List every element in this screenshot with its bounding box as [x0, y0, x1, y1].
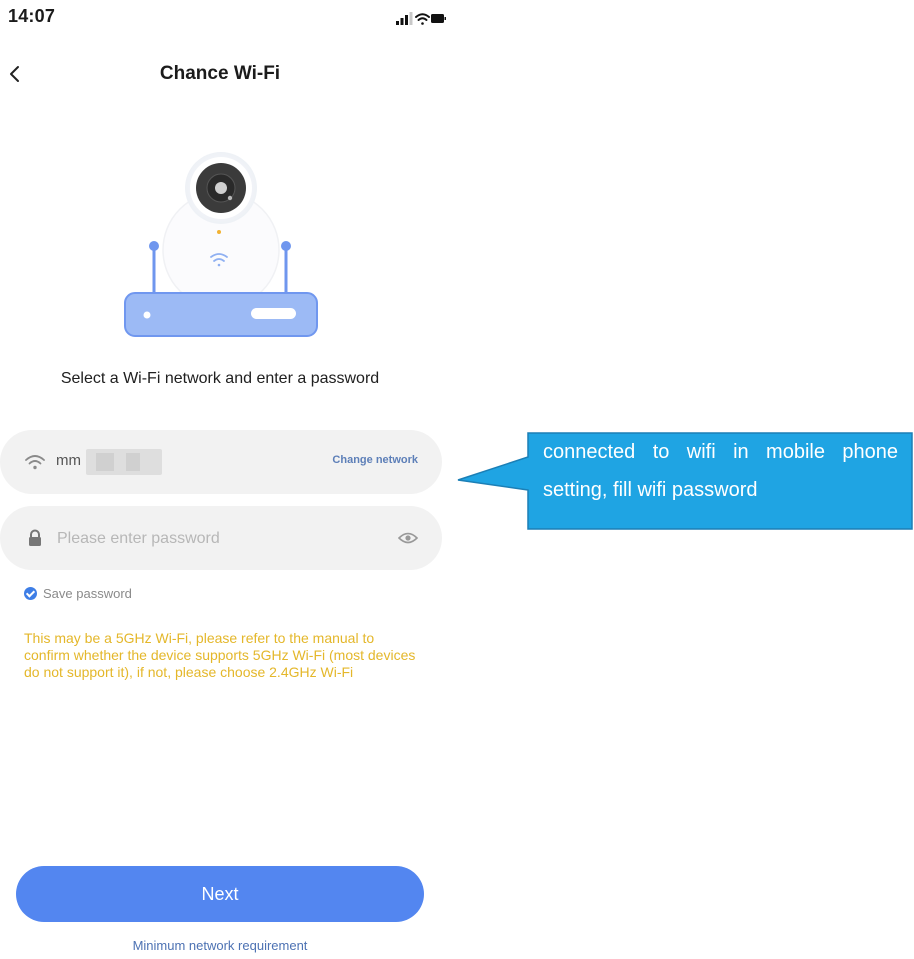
instruction-text: Select a Wi-Fi network and enter a passw… — [60, 370, 380, 387]
change-network-link[interactable]: Change network — [332, 454, 418, 466]
camera-icon — [185, 152, 257, 224]
next-button[interactable]: Next — [16, 866, 424, 922]
ssid-redaction — [86, 449, 162, 475]
annotation-text: connected to wifi in mobile phone settin… — [543, 441, 898, 501]
router-camera-illustration — [124, 152, 318, 337]
password-field[interactable] — [0, 506, 442, 570]
save-password-checkbox[interactable]: Save password — [24, 584, 132, 602]
status-time: 14:07 — [8, 6, 56, 26]
checkmark-icon — [24, 586, 37, 600]
wifi-icon — [25, 455, 45, 470]
eye-icon[interactable] — [398, 530, 418, 546]
status-icons — [396, 12, 446, 25]
lock-icon — [29, 529, 41, 546]
page-title: Chance Wi-Fi — [159, 63, 281, 84]
battery-icon — [431, 14, 446, 23]
minimum-network-requirement-link[interactable]: Minimum network requirement — [0, 938, 440, 953]
wifi-network-name: mm — [56, 452, 81, 469]
wifi-status-icon — [415, 13, 430, 25]
password-input[interactable] — [55, 520, 379, 558]
5ghz-warning-text: This may be a 5GHz Wi-Fi, please refer t… — [24, 630, 416, 680]
save-password-label: Save password — [43, 585, 132, 601]
signal-icon — [396, 12, 413, 25]
wifi-network-field[interactable]: mm Change network — [0, 430, 442, 494]
